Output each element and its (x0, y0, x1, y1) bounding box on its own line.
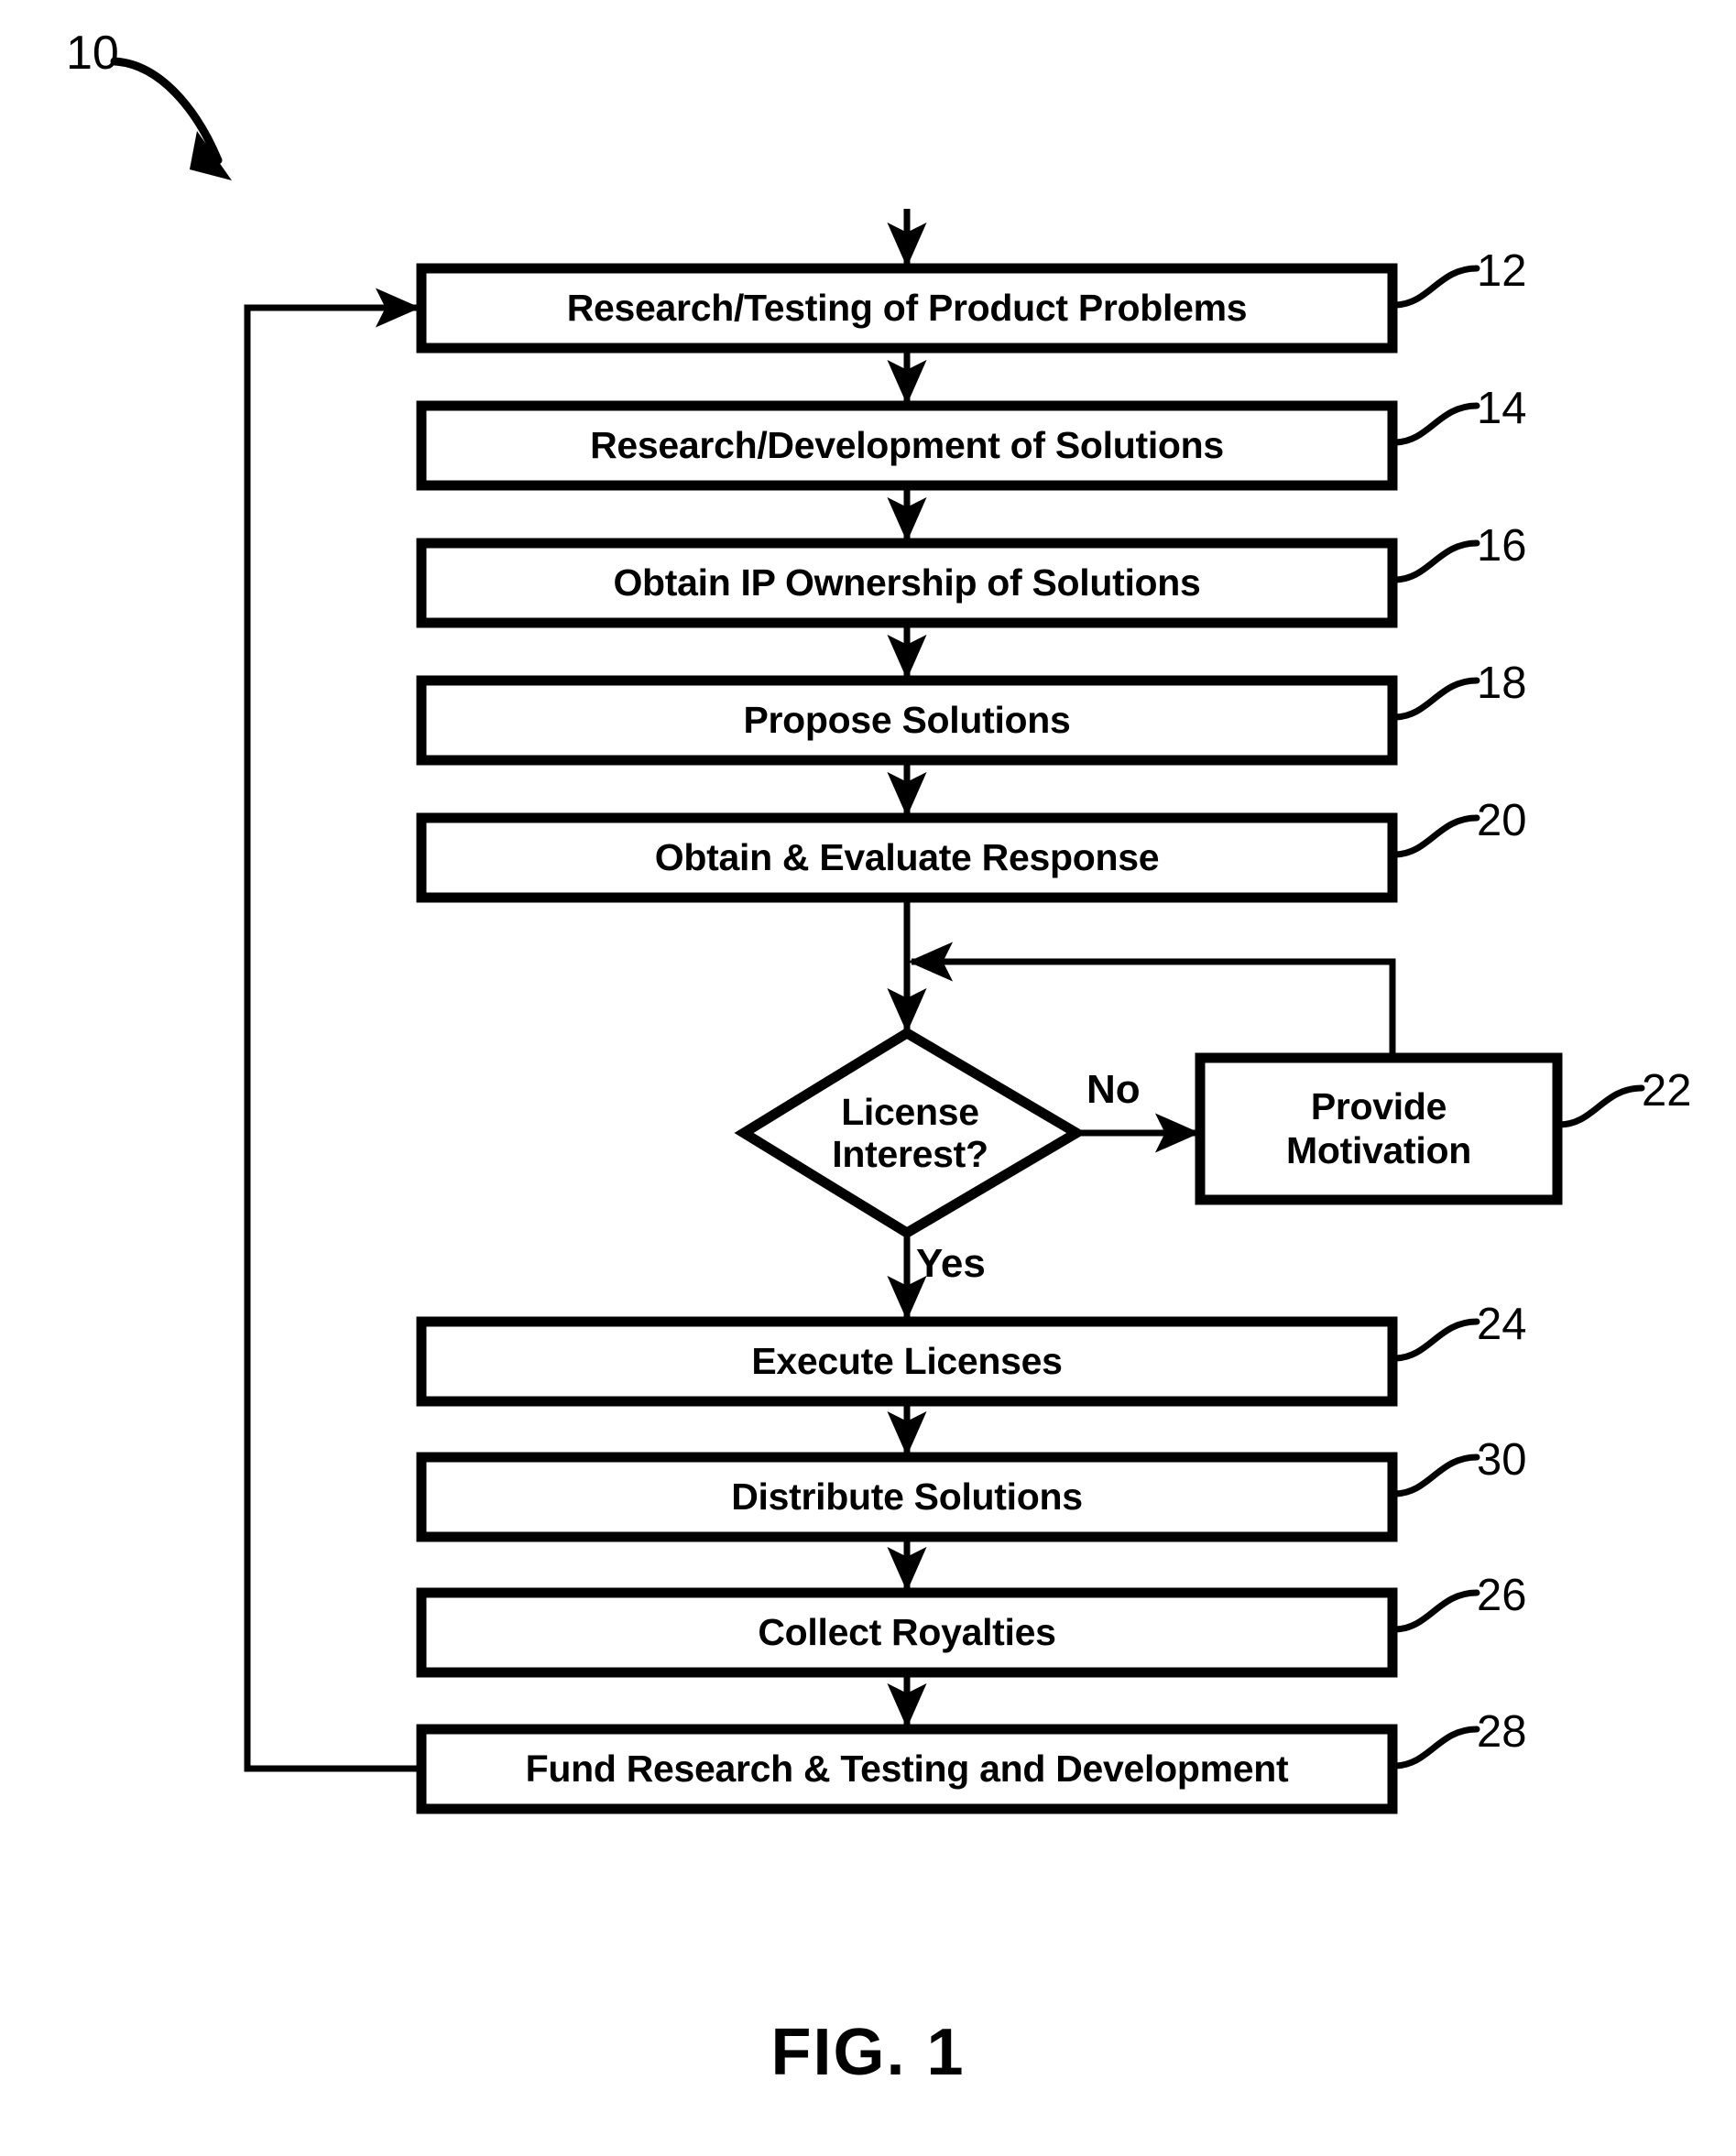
system-pointer-arrow (110, 57, 232, 180)
box-26 (416, 1587, 1398, 1678)
flowchart-canvas (110, 57, 1645, 1814)
figure-caption: FIG. 1 (770, 2016, 966, 2089)
system-reference-number: 10 (66, 27, 119, 80)
box-14 (416, 400, 1398, 491)
leader-22 (1556, 1084, 1645, 1128)
box-18 (416, 675, 1398, 766)
box-24 (416, 1316, 1398, 1407)
box-30 (416, 1452, 1398, 1542)
reference-number-28: 28 (1477, 1707, 1527, 1757)
box-12 (416, 263, 1398, 354)
leader-24 (1391, 1318, 1480, 1362)
leader-14 (1391, 402, 1480, 446)
reference-number-12: 12 (1477, 246, 1527, 296)
edge-label-no: No (1086, 1067, 1141, 1112)
edge-label-yes: Yes (916, 1241, 986, 1286)
leader-30 (1391, 1454, 1480, 1497)
process-boxes (416, 263, 1563, 1814)
leader-28 (1391, 1726, 1480, 1769)
leader-18 (1391, 677, 1480, 721)
reference-number-24: 24 (1477, 1300, 1527, 1349)
feedback-28-to-12 (244, 288, 421, 1772)
reference-leader-lines (1391, 265, 1645, 1769)
box-20 (416, 812, 1398, 903)
box-22 (1195, 1052, 1563, 1205)
reference-number-18: 18 (1477, 659, 1527, 708)
reference-number-30: 30 (1477, 1435, 1527, 1485)
reference-number-26: 26 (1477, 1571, 1527, 1620)
decision-diamond (734, 1027, 1086, 1239)
leader-16 (1391, 539, 1480, 583)
patent-figure: 10 Research/Testing of Product Problems … (0, 0, 1736, 2156)
leader-12 (1391, 265, 1480, 309)
box-16 (416, 538, 1398, 628)
reference-number-20: 20 (1477, 796, 1527, 845)
leader-20 (1391, 814, 1480, 858)
reference-number-16: 16 (1477, 521, 1527, 571)
feedback-motivation-to-decision (908, 942, 1396, 1058)
reference-number-14: 14 (1477, 384, 1527, 433)
box-28 (416, 1724, 1398, 1814)
reference-number-22: 22 (1642, 1066, 1692, 1116)
leader-26 (1391, 1589, 1480, 1633)
